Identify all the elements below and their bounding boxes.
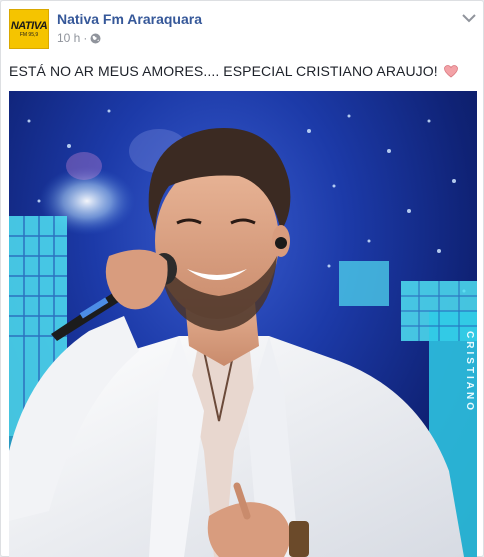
timestamp-link[interactable]: 10 h [57,31,80,45]
page-name-link[interactable]: Nativa Fm Araraquara [57,11,202,27]
post-message: ESTÁ NO AR MEUS AMORES.... ESPECIAL CRIS… [9,63,477,79]
post-message-text: ESTÁ NO AR MEUS AMORES.... ESPECIAL CRIS… [9,63,438,79]
meta-separator: · [83,31,88,45]
avatar-logo-subtext: FM 95,9 [19,31,39,38]
avatar-logo-text: NATIVA [10,19,48,32]
post-card: NATIVA FM 95,9 Nativa Fm Araraquara 10 h… [0,0,484,557]
post-meta: 10 h · [57,31,101,45]
globe-icon[interactable] [90,33,101,44]
chevron-down-icon[interactable] [461,11,477,25]
post-photo[interactable]: CRISTIANO [9,91,477,557]
post-header: NATIVA FM 95,9 Nativa Fm Araraquara 10 h… [9,9,477,51]
stage-vertical-text: CRISTIANO [464,331,475,413]
page-avatar[interactable]: NATIVA FM 95,9 [9,9,49,49]
heart-icon [443,65,458,78]
